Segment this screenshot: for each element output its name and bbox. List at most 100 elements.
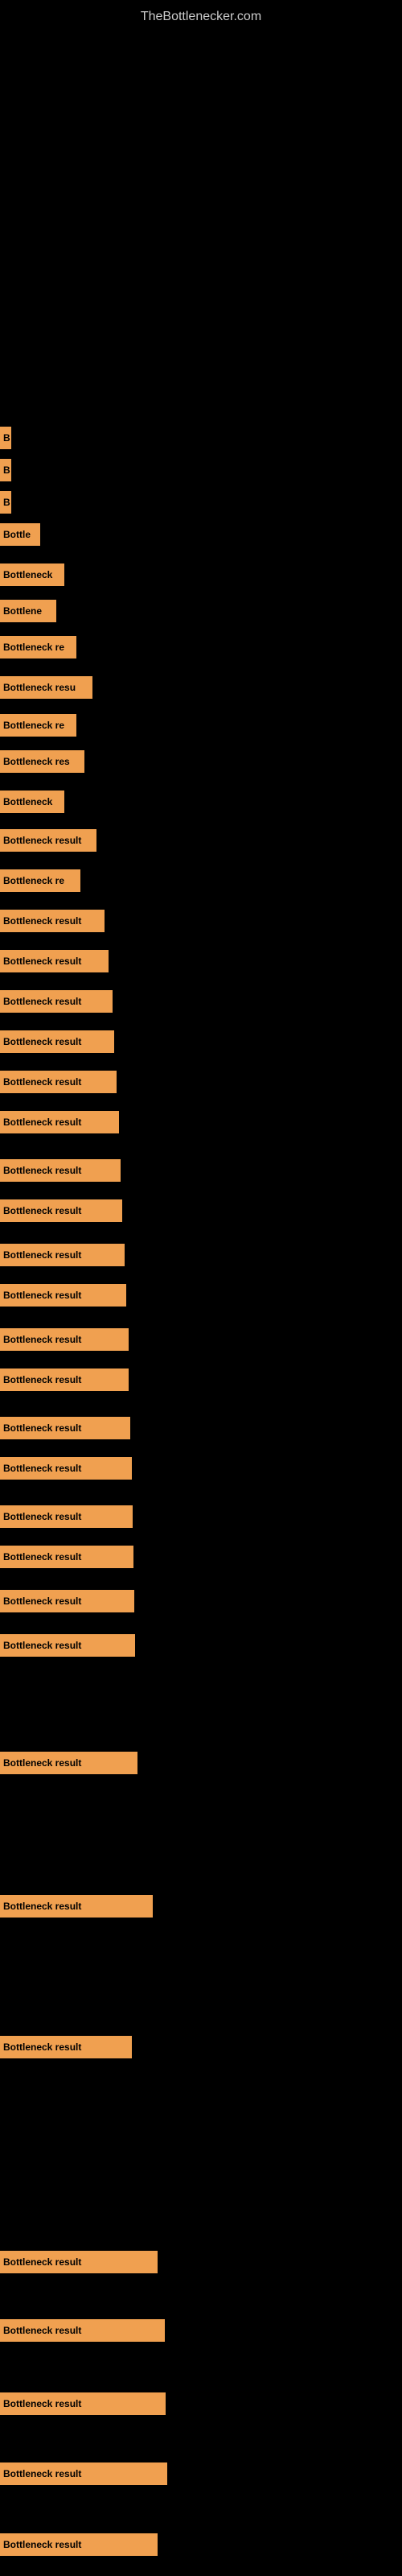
bar[interactable]: Bottleneck re (0, 636, 76, 658)
bar-item: Bottlene (0, 600, 56, 622)
bar[interactable]: Bottleneck result (0, 2462, 167, 2485)
bar-label: Bottleneck result (3, 1551, 81, 1563)
bar-label: Bottleneck re (3, 720, 64, 731)
bar-item: B (0, 459, 11, 481)
bar[interactable]: Bottleneck result (0, 1030, 114, 1053)
bar[interactable]: Bottleneck result (0, 1328, 129, 1351)
bar-label: Bottleneck result (3, 1076, 81, 1088)
bar[interactable]: Bottleneck result (0, 1895, 153, 1918)
bar-label: Bottleneck result (3, 2468, 81, 2479)
bar[interactable]: Bottleneck (0, 791, 64, 813)
bar[interactable]: Bottleneck result (0, 990, 113, 1013)
bar-label: Bottleneck result (3, 956, 81, 967)
bar[interactable]: Bottleneck result (0, 2036, 132, 2058)
bar[interactable]: Bottleneck result (0, 910, 105, 932)
bar-label: Bottleneck result (3, 1205, 81, 1216)
bar-item: Bottleneck result (0, 2319, 165, 2342)
bar-item: Bottle (0, 523, 40, 546)
bar-item: Bottleneck result (0, 2462, 167, 2485)
bar-item: Bottleneck result (0, 1368, 129, 1391)
bar[interactable]: Bottleneck result (0, 1417, 130, 1439)
bar-label: Bottleneck result (3, 2539, 81, 2550)
bar[interactable]: B (0, 427, 11, 449)
bar-item: Bottleneck result (0, 950, 109, 972)
bar-item: Bottleneck result (0, 1030, 114, 1053)
bar[interactable]: Bottleneck result (0, 1284, 126, 1307)
bar-label: B (3, 432, 10, 444)
bar-item: Bottleneck result (0, 2251, 158, 2273)
bar[interactable]: Bottleneck (0, 564, 64, 586)
bar[interactable]: Bottleneck result (0, 2533, 158, 2556)
bar-label: Bottleneck result (3, 2398, 81, 2409)
bar-item: Bottleneck (0, 564, 64, 586)
site-title: TheBottlenecker.com (0, 0, 402, 31)
bar-item: Bottleneck result (0, 1752, 137, 1774)
bar-label: Bottleneck res (3, 756, 70, 767)
bar-item: Bottleneck result (0, 1457, 132, 1480)
bar-label: Bottleneck result (3, 1249, 81, 1261)
bar[interactable]: Bottleneck result (0, 1546, 133, 1568)
bar-label: Bottleneck result (3, 1374, 81, 1385)
bar[interactable]: Bottleneck result (0, 1368, 129, 1391)
bar-item: Bottleneck (0, 791, 64, 813)
bar-label: Bottleneck result (3, 1463, 81, 1474)
bar-label: Bottleneck result (3, 1290, 81, 1301)
bar-item: Bottleneck result (0, 1590, 134, 1612)
bar-label: Bottleneck result (3, 1117, 81, 1128)
bar-label: Bottleneck result (3, 1334, 81, 1345)
bar-label: Bottleneck result (3, 996, 81, 1007)
bar[interactable]: Bottleneck result (0, 2392, 166, 2415)
bar-label: Bottleneck re (3, 875, 64, 886)
bar-label: Bottleneck result (3, 1422, 81, 1434)
bar-label: Bottleneck result (3, 1901, 81, 1912)
bar[interactable]: Bottleneck resu (0, 676, 92, 699)
bar-label: Bottleneck result (3, 1596, 81, 1607)
bar-label: Bottleneck result (3, 835, 81, 846)
bar[interactable]: Bottleneck result (0, 829, 96, 852)
bar-label: Bottleneck result (3, 1757, 81, 1769)
bar-label: Bottleneck (3, 796, 52, 807)
bar-item: Bottleneck result (0, 1895, 153, 1918)
bar-item: Bottleneck result (0, 2392, 166, 2415)
bar[interactable]: Bottleneck result (0, 1457, 132, 1480)
bar-label: Bottleneck (3, 569, 52, 580)
bar-item: Bottleneck result (0, 1199, 122, 1222)
bar[interactable]: Bottleneck re (0, 714, 76, 737)
bar-item: Bottleneck result (0, 1505, 133, 1528)
bar-item: Bottleneck result (0, 910, 105, 932)
bar[interactable]: Bottleneck result (0, 1752, 137, 1774)
bar[interactable]: Bottleneck result (0, 2319, 165, 2342)
bar[interactable]: Bottleneck re (0, 869, 80, 892)
bar-label: B (3, 464, 10, 476)
bar[interactable]: B (0, 459, 11, 481)
bar[interactable]: Bottleneck result (0, 1111, 119, 1133)
bar[interactable]: Bottleneck result (0, 1590, 134, 1612)
bar[interactable]: Bottle (0, 523, 40, 546)
bar-item: Bottleneck result (0, 1634, 135, 1657)
bar[interactable]: Bottleneck result (0, 950, 109, 972)
bar-item: Bottleneck result (0, 2036, 132, 2058)
bar[interactable]: B (0, 491, 11, 514)
bar[interactable]: Bottlene (0, 600, 56, 622)
bar-label: Bottleneck result (3, 915, 81, 927)
bar-label: Bottleneck result (3, 2256, 81, 2268)
bar[interactable]: Bottleneck result (0, 1159, 121, 1182)
bar-label: Bottleneck result (3, 2325, 81, 2336)
bar[interactable]: Bottleneck result (0, 1634, 135, 1657)
bar-item: Bottleneck result (0, 1244, 125, 1266)
bar[interactable]: Bottleneck result (0, 1505, 133, 1528)
bar-item: B (0, 491, 11, 514)
bar-item: Bottleneck result (0, 1328, 129, 1351)
bar-label: Bottleneck result (3, 1165, 81, 1176)
bar[interactable]: Bottleneck result (0, 2251, 158, 2273)
bar-label: Bottleneck re (3, 642, 64, 653)
bar-item: Bottleneck result (0, 1546, 133, 1568)
bar[interactable]: Bottleneck result (0, 1244, 125, 1266)
bar[interactable]: Bottleneck res (0, 750, 84, 773)
bar-item: Bottleneck resu (0, 676, 92, 699)
bar-label: Bottlene (3, 605, 42, 617)
bar-item: Bottleneck result (0, 1111, 119, 1133)
bar-item: Bottleneck result (0, 829, 96, 852)
bar[interactable]: Bottleneck result (0, 1199, 122, 1222)
bar[interactable]: Bottleneck result (0, 1071, 117, 1093)
